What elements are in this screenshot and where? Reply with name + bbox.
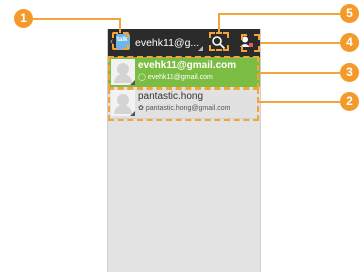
callout-highlight-search [209, 32, 229, 51]
leader-line-5-vertical [218, 13, 220, 33]
callout-highlight-account [241, 34, 260, 52]
callout-highlight-row-2 [108, 88, 259, 121]
leader-line-4 [260, 42, 340, 44]
callout-badge-4: 4 [340, 33, 359, 52]
leader-line-1-vertical [119, 18, 121, 33]
action-bar: ‹ talk evehk11@g... [108, 29, 260, 57]
callout-badge-1: 1 [14, 9, 33, 28]
account-title[interactable]: evehk11@g... [135, 37, 199, 49]
leader-line-2 [259, 101, 340, 103]
callout-highlight-row-1 [108, 56, 259, 89]
leader-line-1 [32, 18, 121, 20]
callout-highlight-app-icon [112, 32, 129, 50]
dropdown-indicator-icon [198, 46, 203, 51]
leader-line-5 [219, 13, 340, 15]
leader-line-3 [259, 72, 340, 74]
callout-badge-3: 3 [340, 63, 359, 82]
callout-badge-2: 2 [340, 92, 359, 111]
callout-badge-5: 5 [340, 4, 359, 23]
